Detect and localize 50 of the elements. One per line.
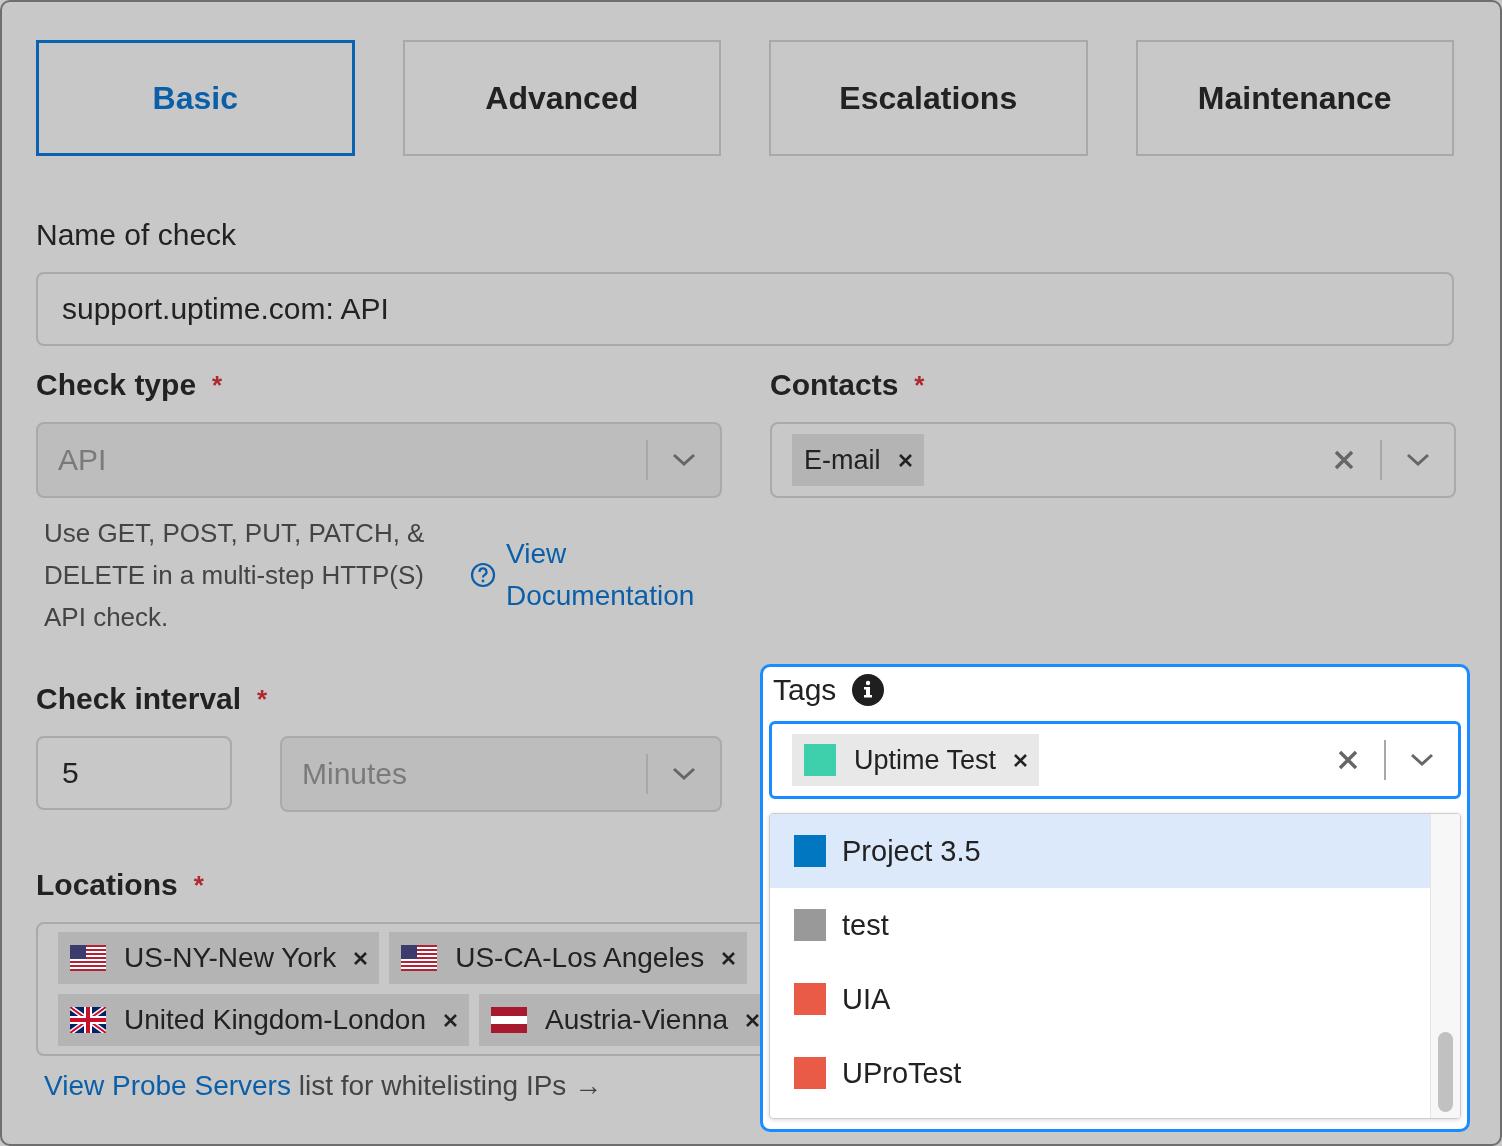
field-label: Locations [36, 868, 178, 902]
tab[interactable]: Advanced [402, 40, 721, 156]
flag-icon [401, 945, 438, 971]
required-mark: * [212, 369, 223, 401]
tab[interactable]: Escalations [769, 40, 1088, 156]
field-label: Tags [773, 673, 837, 707]
input-field[interactable]: 5 [36, 736, 232, 810]
tags-select[interactable]: Uptime Test [769, 721, 1461, 799]
tab[interactable]: Basic [36, 40, 355, 156]
option-label: UProTest [842, 1056, 962, 1090]
field-label: Check interval [36, 682, 242, 716]
required-mark: * [914, 369, 925, 401]
remove-icon[interactable] [746, 1013, 760, 1027]
remove-icon[interactable] [444, 1013, 457, 1027]
flag-icon [70, 1007, 106, 1033]
field-label: Check type [36, 368, 197, 402]
select-value: API [58, 443, 107, 477]
input-field[interactable]: support.uptime.com: API [36, 272, 1454, 346]
remove-icon[interactable] [354, 951, 368, 965]
required-mark: * [193, 869, 204, 901]
info-icon [852, 674, 885, 706]
chevron-down-icon[interactable] [1410, 753, 1434, 767]
flag-icon [70, 945, 106, 971]
clear-icon[interactable] [1334, 450, 1354, 470]
field-label: Contacts [770, 368, 899, 402]
field-label: Name of check [36, 218, 237, 252]
tab[interactable]: Maintenance [1135, 40, 1454, 156]
remove-icon[interactable] [722, 951, 736, 965]
chip-label: E-mail [804, 444, 881, 476]
help-icon [470, 562, 496, 588]
select-value: Minutes [302, 757, 408, 791]
remove-icon[interactable] [1014, 753, 1028, 767]
remove-icon[interactable] [898, 453, 912, 467]
option-label: UIA [842, 982, 891, 1016]
chip-label: Uptime Test [854, 744, 997, 776]
scrollbar-thumb[interactable] [1438, 1032, 1453, 1112]
chip-label: United Kingdom-London [124, 1004, 426, 1036]
help-text: Use GET, POST, PUT, PATCH, & DELETE in a multi-step HTTP(S) API check. [44, 517, 426, 634]
required-mark: * [257, 683, 268, 715]
chevron-down-icon[interactable] [1406, 453, 1430, 467]
flag-icon [491, 1007, 527, 1033]
select-field[interactable]: E-mail [770, 422, 1456, 498]
probe-servers-link[interactable]: View Probe Servers [44, 1070, 291, 1101]
dropdown-option[interactable]: Project 3.5 [770, 814, 1430, 888]
chip-label: Austria-Vienna [545, 1004, 729, 1036]
clear-icon[interactable] [1338, 750, 1358, 770]
chip-label: US-CA-Los Angeles [455, 942, 705, 974]
option-label: test [842, 908, 889, 942]
chip-label: US-NY-New York [124, 942, 337, 974]
option-label: Project 3.5 [842, 834, 981, 868]
